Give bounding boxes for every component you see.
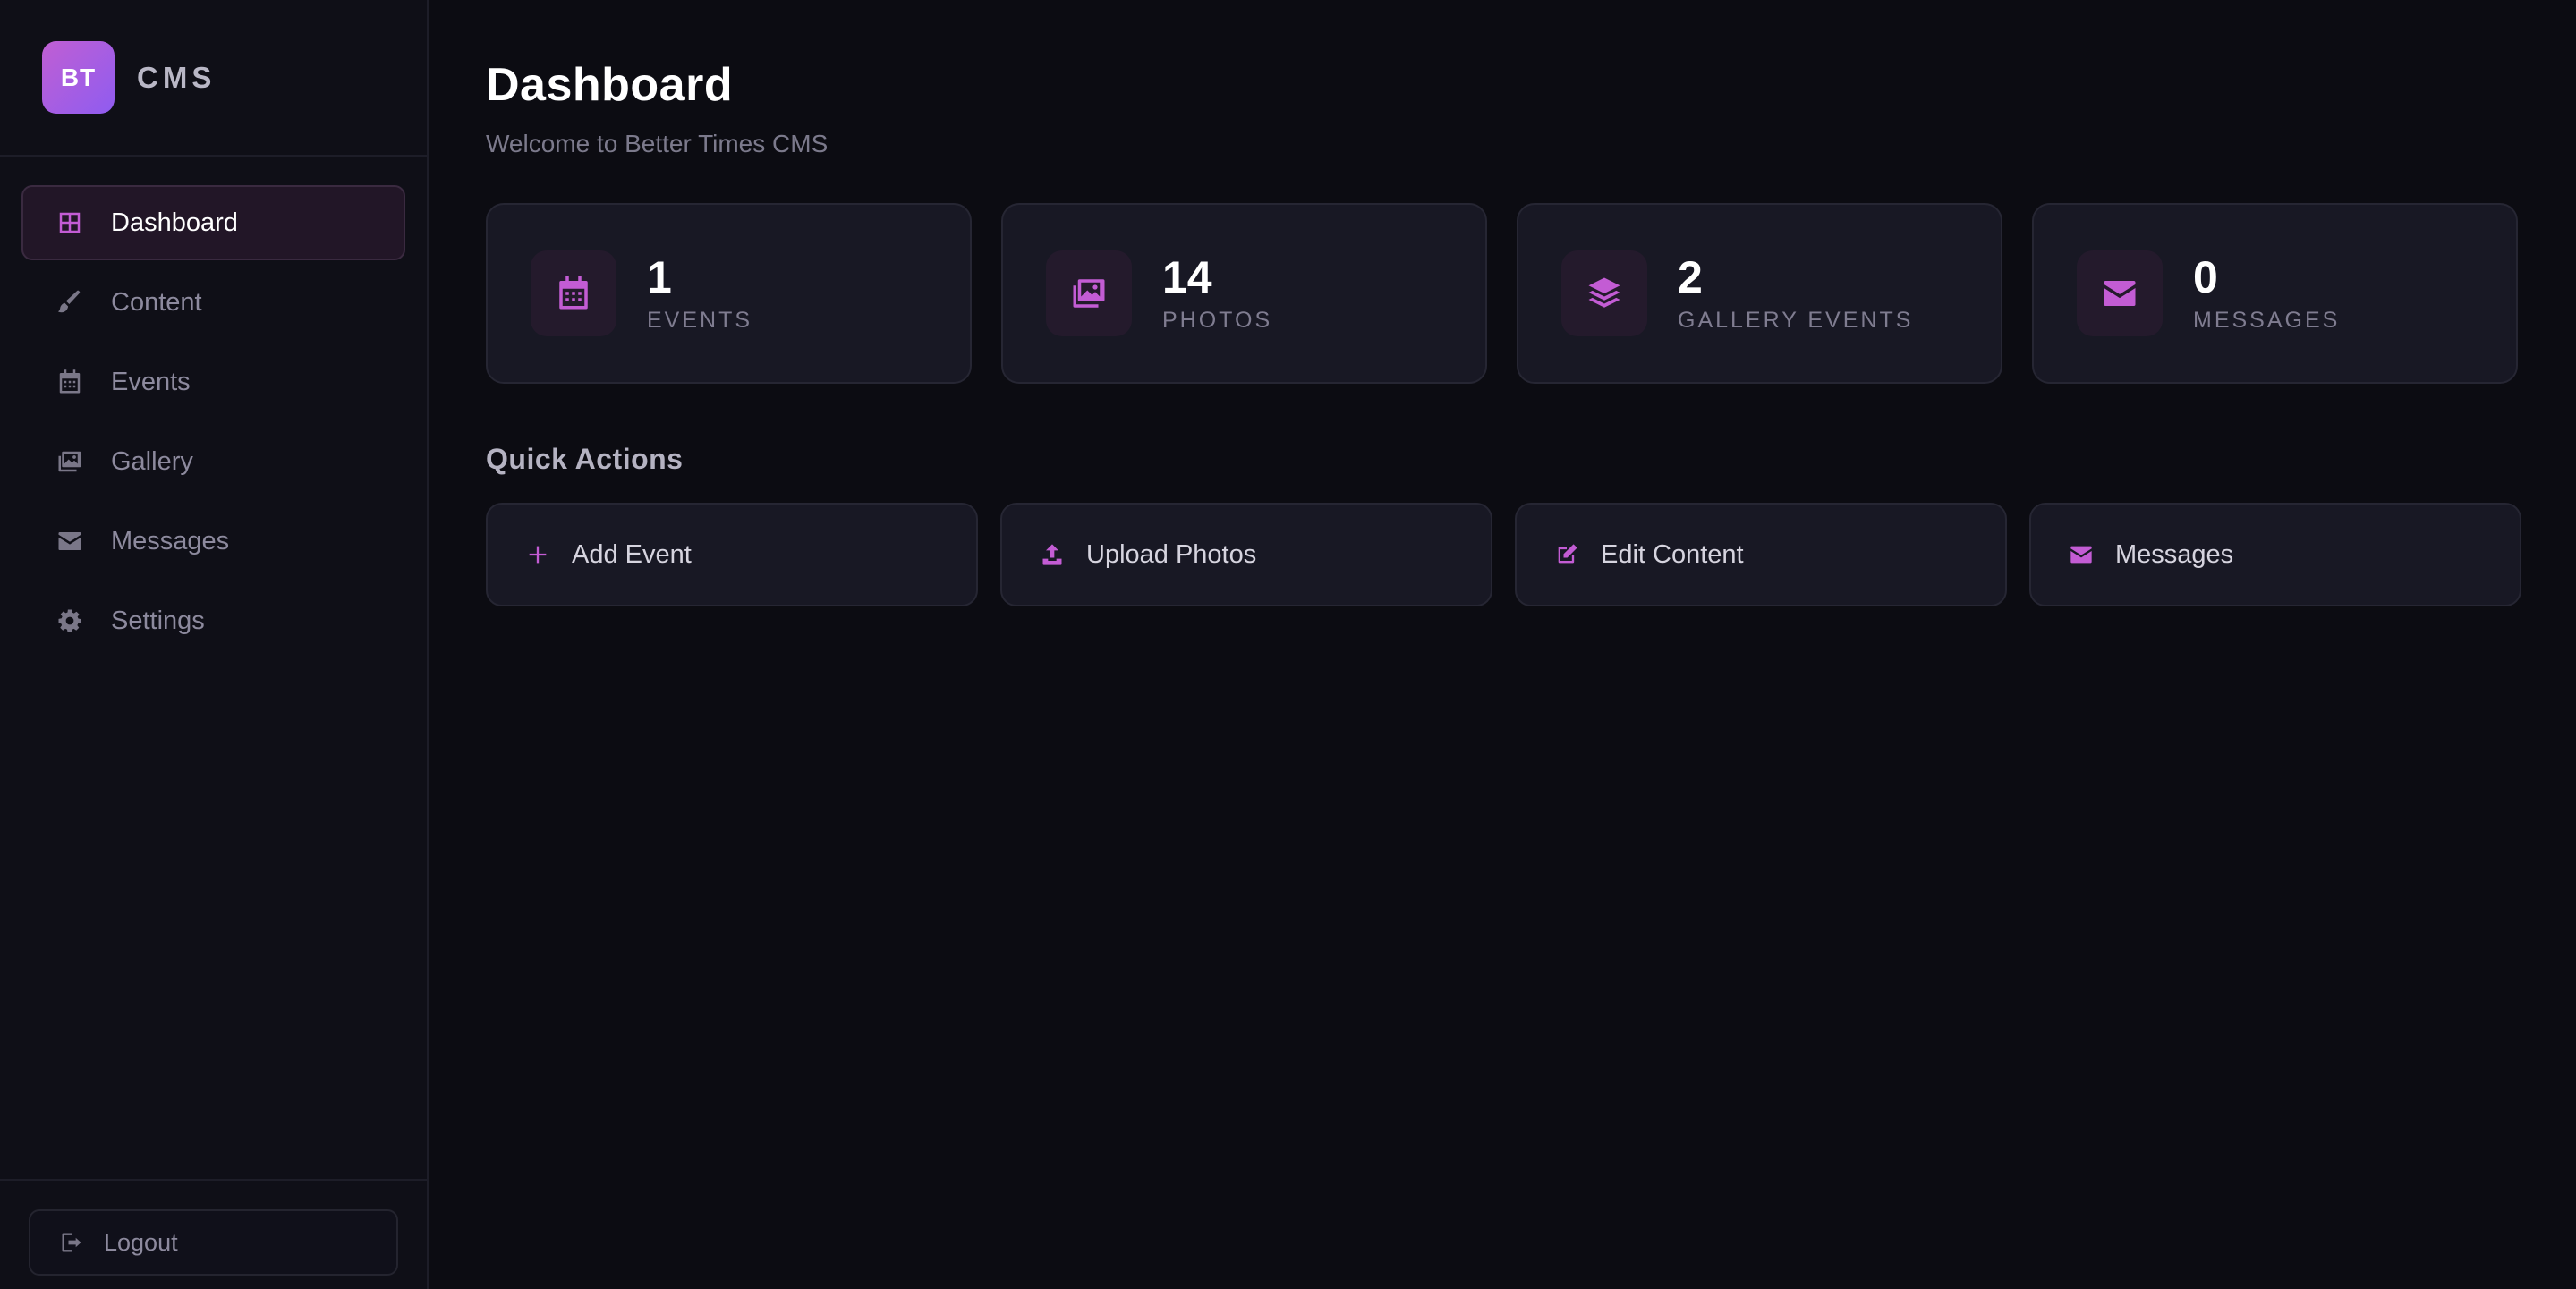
sidebar-item-events[interactable]: Events — [21, 344, 405, 420]
stat-label: MESSAGES — [2193, 307, 2341, 333]
sidebar-item-dashboard[interactable]: Dashboard — [21, 185, 405, 260]
stat-label: GALLERY EVENTS — [1678, 307, 1914, 333]
sidebar-item-label: Settings — [111, 606, 205, 635]
stat-value: 14 — [1162, 251, 1212, 302]
layers-icon — [1561, 250, 1647, 336]
edit-content-button[interactable]: Edit Content — [1515, 503, 2007, 606]
brand-logo[interactable]: BT — [42, 41, 115, 114]
page-subtitle: Welcome to Better Times CMS — [486, 130, 829, 157]
sidebar-footer: Logout — [0, 1179, 427, 1289]
stat-value: 1 — [647, 251, 672, 302]
images-icon — [55, 447, 84, 476]
sidebar-item-settings[interactable]: Settings — [21, 583, 405, 658]
main-content: Dashboard Welcome to Better Times CMS 1 … — [429, 0, 2576, 1289]
brand: BT CMS — [0, 0, 427, 157]
upload-icon — [1038, 540, 1067, 569]
quick-actions-row: Add Event Upload Photos Edit Content Mes… — [486, 503, 2521, 606]
calendar-icon — [55, 368, 84, 396]
action-label: Add Event — [572, 539, 692, 569]
sidebar-item-label: Content — [111, 287, 202, 317]
sidebar: BT CMS Dashboard Content Events Gallery … — [0, 0, 429, 1289]
brand-name: CMS — [137, 60, 217, 94]
stat-card-messages: 0 MESSAGES — [2032, 203, 2518, 384]
logout-label: Logout — [104, 1228, 178, 1256]
stat-label: PHOTOS — [1162, 307, 1273, 333]
sidebar-item-gallery[interactable]: Gallery — [21, 424, 405, 499]
page-title: Dashboard — [486, 59, 734, 111]
sidebar-item-label: Events — [111, 367, 191, 396]
stat-label: EVENTS — [647, 307, 753, 333]
add-event-button[interactable]: Add Event — [486, 503, 978, 606]
upload-photos-button[interactable]: Upload Photos — [1000, 503, 1492, 606]
stat-card-events: 1 EVENTS — [486, 203, 972, 384]
messages-button[interactable]: Messages — [2029, 503, 2521, 606]
quick-actions-title: Quick Actions — [486, 443, 684, 475]
app-root: BT CMS Dashboard Content Events Gallery … — [0, 0, 2576, 1289]
sidebar-item-messages[interactable]: Messages — [21, 504, 405, 579]
sidebar-item-content[interactable]: Content — [21, 265, 405, 340]
brush-icon — [55, 288, 84, 317]
envelope-icon — [2067, 540, 2096, 569]
sidebar-item-label: Gallery — [111, 446, 193, 476]
plus-icon — [523, 540, 552, 569]
gear-icon — [55, 606, 84, 635]
logout-button[interactable]: Logout — [29, 1209, 398, 1276]
envelope-icon — [2077, 250, 2163, 336]
logout-icon — [59, 1229, 86, 1256]
sidebar-item-label: Messages — [111, 526, 230, 555]
calendar-icon — [531, 250, 616, 336]
action-label: Upload Photos — [1086, 539, 1257, 569]
stats-row: 1 EVENTS 14 PHOTOS 2 GALLERY EVENTS 0 ME… — [486, 203, 2521, 384]
action-label: Messages — [2115, 539, 2234, 569]
stat-value: 0 — [2193, 251, 2218, 302]
action-label: Edit Content — [1601, 539, 1744, 569]
stat-value: 2 — [1678, 251, 1703, 302]
sidebar-nav: Dashboard Content Events Gallery Message… — [0, 157, 427, 663]
images-icon — [1046, 250, 1132, 336]
stat-card-photos: 14 PHOTOS — [1001, 203, 1487, 384]
sidebar-item-label: Dashboard — [111, 208, 238, 237]
grid-icon — [55, 208, 84, 237]
envelope-icon — [55, 527, 84, 555]
edit-icon — [1552, 540, 1581, 569]
stat-card-gallery-events: 2 GALLERY EVENTS — [1517, 203, 2002, 384]
